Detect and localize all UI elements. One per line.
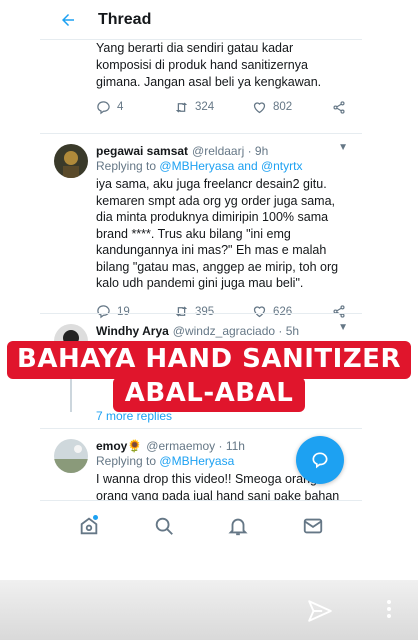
nav-messages[interactable] [295, 508, 331, 544]
bottom-nav [40, 500, 362, 550]
retweet-icon [175, 102, 188, 112]
tweet-header: pegawai samsat @reldaarj · 9h [40, 144, 362, 158]
display-name[interactable]: emoy🌻 [96, 439, 142, 453]
arrow-left-icon[interactable] [54, 6, 82, 34]
reply-count: 4 [117, 101, 124, 113]
reply-button[interactable]: 4 [96, 100, 174, 115]
mail-icon [303, 518, 322, 533]
search-icon [155, 517, 173, 535]
handle-time: @windz_agraciado · 5h [172, 324, 300, 338]
thread-header: Thread [40, 0, 362, 40]
mention-link[interactable]: @MBHeryasa [159, 454, 234, 468]
like-button[interactable]: 802 [252, 100, 330, 115]
reply-icon [97, 100, 110, 114]
handle-time: @reldaarj · 9h [192, 144, 269, 158]
retweet-count: 324 [195, 101, 215, 113]
handle-time: @ermaemoy · 11h [146, 439, 245, 453]
retweet-button[interactable]: 324 [174, 100, 252, 115]
caption-line-2: ABAL-ABAL [0, 377, 418, 412]
nav-search[interactable] [146, 508, 182, 544]
nav-home[interactable] [71, 508, 107, 544]
mention-link[interactable]: @MBHeryasa and @ntyrtx [159, 159, 302, 173]
compose-reply-button[interactable] [296, 436, 344, 484]
chevron-down-icon[interactable]: ▼ [338, 142, 348, 153]
tweet-actions: 4 324 802 [40, 91, 362, 123]
more-options-icon[interactable] [386, 599, 392, 624]
compose-icon [312, 452, 328, 469]
chevron-down-icon[interactable]: ▼ [338, 322, 348, 333]
tweet-text: iya sama, aku juga freelancr desain2 git… [96, 177, 339, 290]
heart-icon [253, 101, 266, 113]
like-count: 802 [273, 101, 293, 113]
share-icon [333, 100, 345, 114]
send-icon[interactable] [307, 598, 333, 629]
display-name[interactable]: pegawai samsat [96, 144, 188, 158]
tweet-text: Yang berarti dia sendiri gatau kadar kom… [96, 41, 322, 89]
avatar[interactable] [54, 439, 88, 473]
avatar[interactable] [54, 144, 88, 178]
tweet[interactable]: pegawai samsat @reldaarj · 9h ▼ Replying… [40, 133, 362, 319]
bell-icon [228, 518, 248, 535]
caption-line-1: BAHAYA HAND SANITIZER [0, 341, 418, 379]
display-name[interactable]: Windhy Arya [96, 324, 169, 338]
page-title: Thread [98, 10, 152, 28]
share-button[interactable] [332, 100, 352, 115]
replying-to: Replying to @MBHeryasa and @ntyrtx [96, 159, 303, 173]
story-bottom-bar [0, 580, 418, 640]
tweet-header: Windhy Arya @windz_agraciado · 5h [40, 324, 362, 338]
nav-notifications[interactable] [220, 508, 256, 544]
notification-dot [93, 514, 99, 520]
